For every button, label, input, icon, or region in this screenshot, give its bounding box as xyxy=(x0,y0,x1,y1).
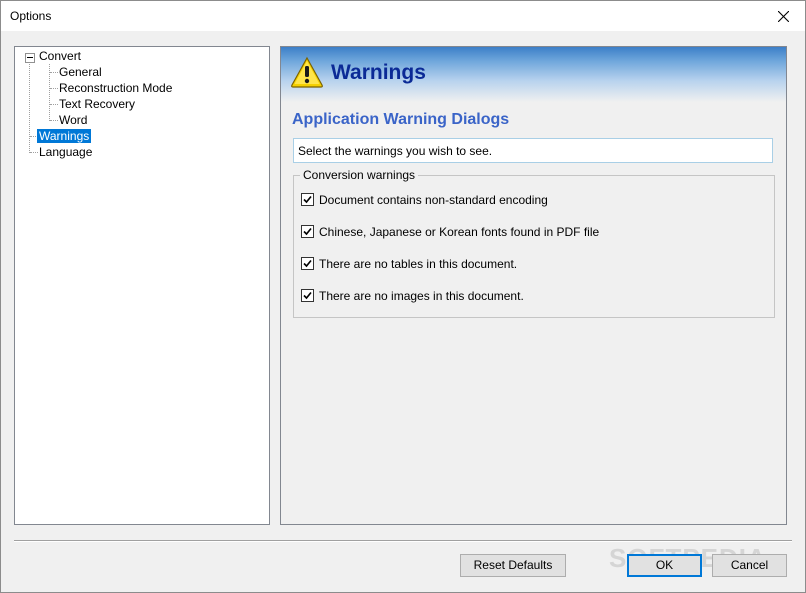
tree-item-word[interactable]: Word xyxy=(57,113,89,128)
separator xyxy=(14,540,792,542)
checkbox[interactable] xyxy=(301,193,314,206)
tree-item-general[interactable]: General xyxy=(57,65,104,80)
warning-icon xyxy=(291,56,323,88)
section-title: Application Warning Dialogs xyxy=(292,111,510,128)
check-icon xyxy=(303,291,312,300)
conversion-warnings-group: Conversion warnings Document contains no… xyxy=(293,168,775,318)
panel-banner: Warnings xyxy=(281,47,786,102)
check-icon xyxy=(303,259,312,268)
tree-item-language[interactable]: Language xyxy=(37,145,94,160)
options-dialog: Options Convert General Reconstruction M… xyxy=(0,0,806,593)
group-title: Conversion warnings xyxy=(300,168,419,182)
cancel-button[interactable]: Cancel xyxy=(712,554,787,577)
check-icon xyxy=(303,195,312,204)
ok-button[interactable]: OK xyxy=(627,554,702,577)
title-bar: Options xyxy=(1,1,805,31)
banner-title: Warnings xyxy=(331,61,426,84)
checkbox[interactable] xyxy=(301,225,314,238)
warnings-panel: Warnings Application Warning Dialogs Sel… xyxy=(280,46,787,525)
close-icon xyxy=(777,10,789,22)
tree-item-text-recovery[interactable]: Text Recovery xyxy=(57,97,137,112)
window-title: Options xyxy=(10,9,52,23)
tree-item-reconstruction-mode[interactable]: Reconstruction Mode xyxy=(57,81,174,96)
collapse-icon[interactable] xyxy=(25,53,35,63)
checkbox[interactable] xyxy=(301,289,314,302)
tree-connector xyxy=(29,62,30,153)
check-icon xyxy=(303,227,312,236)
checkbox[interactable] xyxy=(301,257,314,270)
options-tree: Convert General Reconstruction Mode Text… xyxy=(14,46,270,525)
instruction-text: Select the warnings you wish to see. xyxy=(293,138,773,163)
reset-defaults-button[interactable]: Reset Defaults xyxy=(460,554,566,577)
tree-item-warnings[interactable]: Warnings xyxy=(37,129,92,144)
close-button[interactable] xyxy=(761,1,805,31)
tree-item-convert[interactable]: Convert xyxy=(37,49,83,64)
